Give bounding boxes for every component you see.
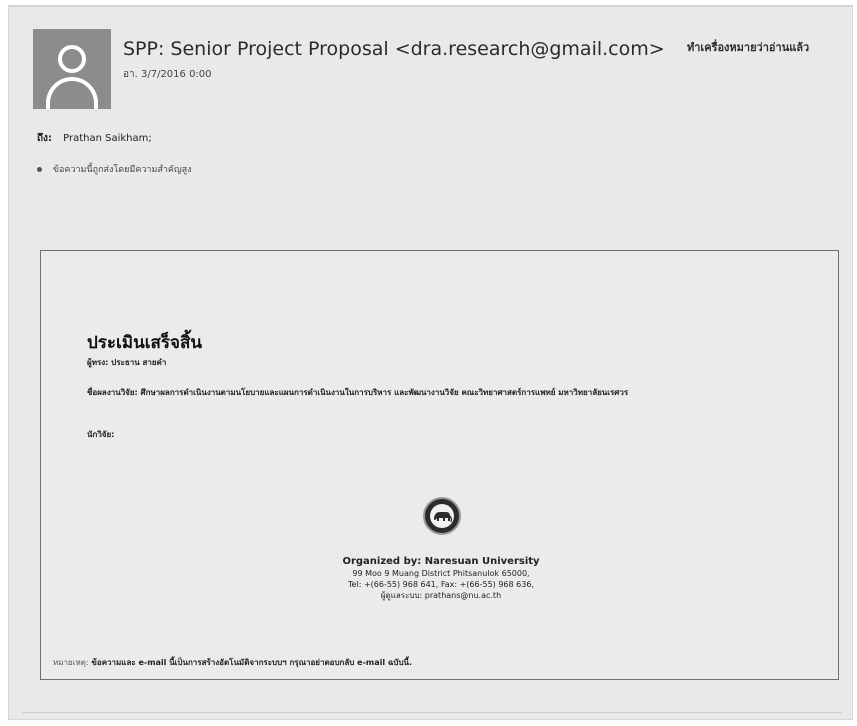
email-reading-pane: SPP: Senior Project Proposal <dra.resear… <box>8 6 853 720</box>
to-label: ถึง: <box>37 133 52 144</box>
organization-admin[interactable]: ผู้ดูแลระบบ: prathans@nu.ac.th <box>241 590 641 601</box>
organization-footer: Organized by: Naresuan University 99 Moo… <box>241 555 641 601</box>
info-dot-icon <box>37 167 42 172</box>
message-project-name: ชื่อผลงานวิจัย: ศึกษาผลการดำเนินงานตามนโ… <box>87 388 629 397</box>
message-body: ประเมินเสร็จสิ้น ผู้ทรง: ประธาน สายคำ ชื… <box>40 250 839 680</box>
university-seal-icon <box>423 497 461 535</box>
to-recipient[interactable]: Prathan Saikham; <box>63 133 152 144</box>
disclaimer-note: หมายเหตุ: ข้อความและ e-mail นี้เป็นการสร… <box>53 656 412 669</box>
importance-text: ข้อความนี้ถูกส่งโดยมีความสำคัญสูง <box>52 165 192 175</box>
organization-phone: Tel: +(66-55) 968 641, Fax: +(66-55) 968… <box>348 580 534 589</box>
message-responsible: ผู้ทรง: ประธาน สายคำ <box>87 358 167 367</box>
message-title: ประเมินเสร็จสิ้น <box>87 333 202 353</box>
message-researcher: นักวิจัย: <box>87 430 115 439</box>
email-subject: SPP: Senior Project Proposal <dra.resear… <box>123 38 665 60</box>
importance-notice: ข้อความนี้ถูกส่งโดยมีความสำคัญสูง <box>37 162 192 176</box>
organization-address: 99 Moo 9 Muang District Phitsanulok 6500… <box>352 569 530 578</box>
sender-avatar-icon[interactable] <box>33 29 111 109</box>
disclaimer-label: หมายเหตุ: <box>53 658 89 667</box>
disclaimer-text: ข้อความและ e-mail นี้เป็นการสร้างอัตโนมั… <box>91 658 413 667</box>
bottom-divider <box>22 712 842 713</box>
mark-as-read-button[interactable]: ทำเครื่องหมายว่าอ่านแล้ว <box>687 38 809 56</box>
email-date: อา. 3/7/2016 0:00 <box>123 69 212 80</box>
to-field: ถึง: Prathan Saikham; <box>37 131 152 146</box>
organization-name: Organized by: Naresuan University <box>342 556 540 567</box>
